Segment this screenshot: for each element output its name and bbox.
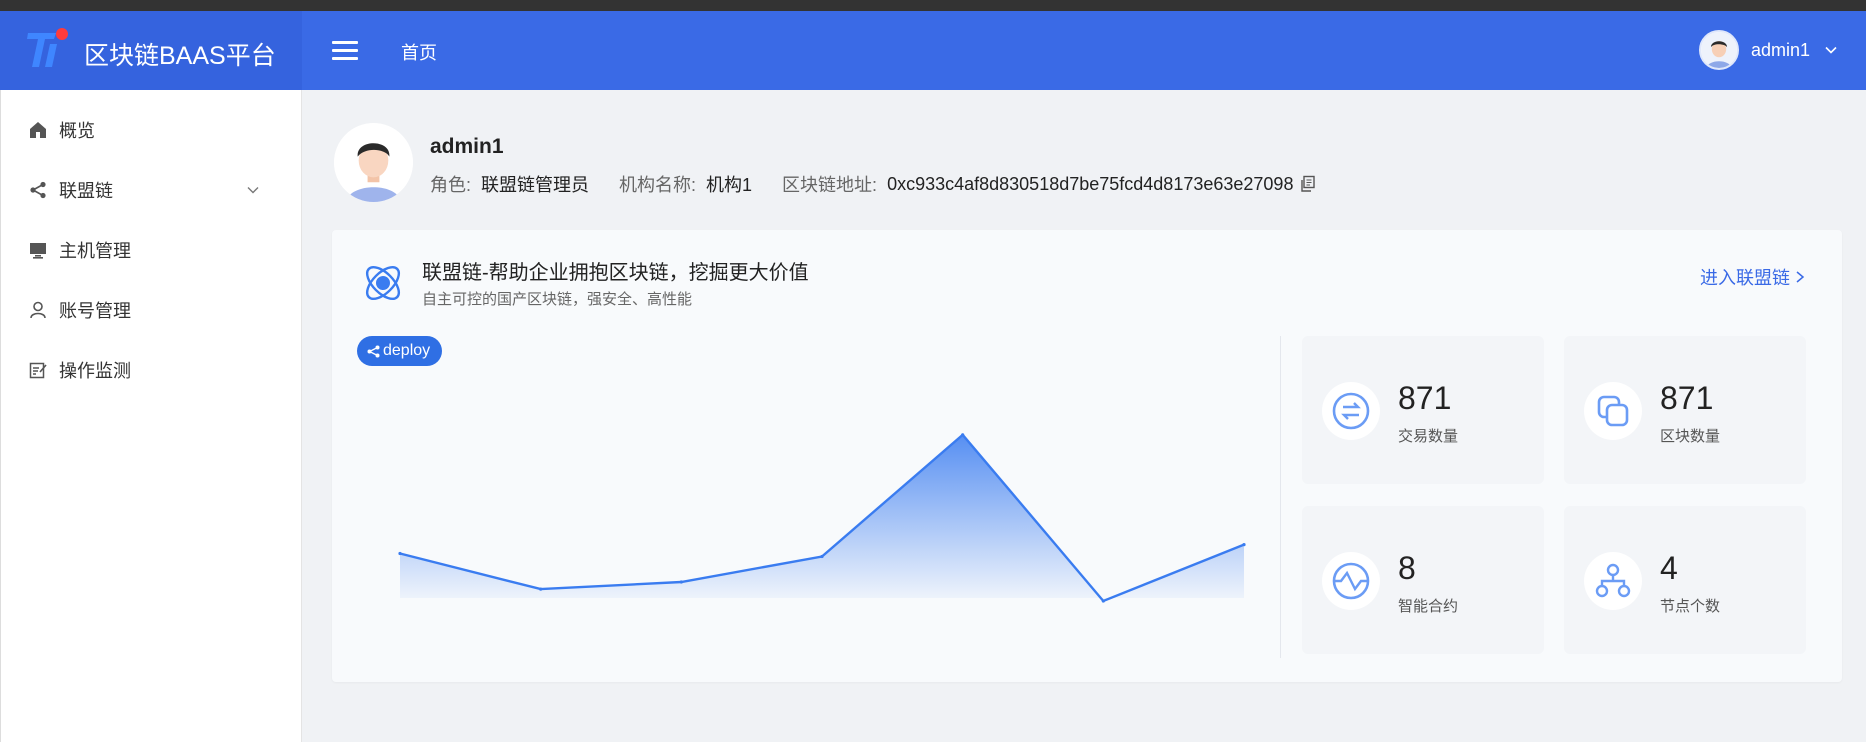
stat-label: 智能合约 xyxy=(1398,598,1459,615)
stat-card-transactions[interactable]: 871 交易数量 xyxy=(1302,336,1544,484)
sidebar-item-overview[interactable]: 概览 xyxy=(1,100,301,160)
address-value: 0xc933c4af8d830518d7be75fcd4d8173e63e270… xyxy=(887,173,1294,194)
org-label: 机构名称: xyxy=(619,175,697,195)
role-value: 联盟链管理员 xyxy=(481,175,590,195)
chevron-right-icon xyxy=(1796,271,1805,283)
stat-card-blocks[interactable]: 871 区块数量 xyxy=(1564,336,1806,484)
stat-value: 871 xyxy=(1398,380,1452,416)
role-label: 角色: xyxy=(430,175,472,195)
brand-title: 区块链BAAS平台 xyxy=(84,42,276,70)
chart-point xyxy=(820,554,824,559)
sidebar-item-account-management[interactable]: 账号管理 xyxy=(1,280,301,340)
browser-top-strip xyxy=(0,0,1866,11)
profile-meta: 角色: 联盟链管理员 机构名称: 机构1 区块链地址: 0xc933c4af8d… xyxy=(430,171,1317,197)
sidebar-item-label: 联盟链 xyxy=(59,181,113,201)
chevron-down-icon xyxy=(1825,46,1837,54)
edit-checklist-icon xyxy=(27,359,49,381)
chart-point xyxy=(539,587,543,591)
sidebar-item-host-management[interactable]: 主机管理 xyxy=(1,220,301,280)
stat-value: 4 xyxy=(1660,550,1678,586)
top-header: 区块链BAAS平台 首页 admin1 xyxy=(0,11,1866,90)
swap-icon xyxy=(1322,382,1380,440)
breadcrumb-home[interactable]: 首页 xyxy=(401,39,437,65)
profile-name: admin1 xyxy=(430,135,504,158)
stat-card-contracts[interactable]: 8 智能合约 xyxy=(1302,506,1544,654)
chart-point xyxy=(398,551,402,556)
chart-point xyxy=(1242,543,1246,547)
user-icon xyxy=(27,299,49,321)
stat-value: 8 xyxy=(1398,550,1416,586)
main-content: admin1 角色: 联盟链管理员 机构名称: 机构1 区块链地址: 0xc93… xyxy=(302,90,1866,742)
user-menu[interactable]: admin1 xyxy=(1698,29,1838,71)
chart-point xyxy=(679,580,683,584)
sidebar-item-label: 概览 xyxy=(59,121,95,141)
stat-label: 交易数量 xyxy=(1398,428,1459,445)
atom-icon xyxy=(365,265,401,301)
menu-toggle-icon[interactable] xyxy=(332,41,358,61)
org-value: 机构1 xyxy=(706,175,753,195)
share-icon xyxy=(367,345,380,357)
deploy-tag[interactable]: deploy xyxy=(357,336,443,366)
card-subtitle: 自主可控的国产区块链，强安全、高性能 xyxy=(422,291,693,308)
enter-consortium-link[interactable]: 进入联盟链 xyxy=(1700,264,1806,290)
sidebar-item-label: 主机管理 xyxy=(59,241,131,261)
logo-icon xyxy=(27,28,68,67)
chart-point xyxy=(961,433,965,437)
home-icon xyxy=(27,119,49,141)
deploy-label: deploy xyxy=(383,342,431,359)
chevron-down-icon[interactable] xyxy=(245,182,261,198)
contract-wave-icon xyxy=(1322,552,1380,610)
stat-label: 区块数量 xyxy=(1660,428,1721,445)
stat-value: 871 xyxy=(1660,380,1714,416)
sidebar: 概览 联盟链 主机管理 账号管理 操作监测 xyxy=(0,90,302,742)
transaction-chart xyxy=(398,433,1246,603)
copy-icon[interactable] xyxy=(1299,175,1317,193)
brand[interactable]: 区块链BAAS平台 xyxy=(0,11,302,90)
sidebar-item-label: 操作监测 xyxy=(59,361,131,381)
chart-area xyxy=(400,434,1244,601)
monitor-icon xyxy=(27,239,49,261)
avatar xyxy=(1698,30,1739,70)
sidebar-item-operation-monitoring[interactable]: 操作监测 xyxy=(1,340,301,400)
stat-card-nodes[interactable]: 4 节点个数 xyxy=(1564,506,1806,654)
stat-label: 节点个数 xyxy=(1660,598,1721,615)
consortium-card: 联盟链-帮助企业拥抱区块链，挖掘更大价值 自主可控的国产区块链，强安全、高性能 … xyxy=(332,230,1842,682)
share-icon xyxy=(27,179,49,201)
enter-link-label: 进入联盟链 xyxy=(1700,268,1790,288)
blocks-icon xyxy=(1584,382,1642,440)
sidebar-item-label: 账号管理 xyxy=(59,301,131,321)
nodes-icon xyxy=(1584,552,1642,610)
sidebar-item-consortium-chain[interactable]: 联盟链 xyxy=(1,160,301,220)
avatar xyxy=(334,123,413,202)
chart-point xyxy=(1101,599,1105,603)
divider xyxy=(1280,336,1281,658)
card-title: 联盟链-帮助企业拥抱区块链，挖掘更大价值 xyxy=(422,262,809,284)
username: admin1 xyxy=(1750,39,1810,60)
address-label: 区块链地址: xyxy=(782,175,878,195)
